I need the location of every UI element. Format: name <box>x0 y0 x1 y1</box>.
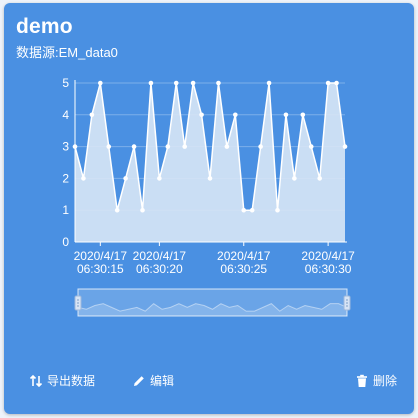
y-tick-label: 4 <box>62 108 69 122</box>
data-point <box>98 80 103 86</box>
data-point <box>190 80 196 86</box>
data-point <box>233 112 238 118</box>
data-point <box>131 144 137 149</box>
data-point <box>148 80 154 86</box>
x-tick-date: 2020/4/17 <box>133 249 187 263</box>
data-point <box>241 207 247 213</box>
pencil-icon <box>134 375 144 386</box>
x-tick-time: 06:30:25 <box>220 262 267 276</box>
edit-button[interactable]: 编辑 <box>132 372 174 389</box>
y-tick-label: 3 <box>62 140 69 154</box>
data-point <box>266 80 272 86</box>
data-point <box>292 176 297 181</box>
card-actions: 导出数据 编辑 删除 <box>4 372 414 392</box>
data-point <box>123 176 128 181</box>
data-point <box>342 144 348 149</box>
data-point <box>249 207 255 213</box>
x-tick-date: 2020/4/17 <box>217 249 271 263</box>
y-tick-label: 0 <box>62 235 69 249</box>
data-point <box>157 176 162 181</box>
data-point <box>106 144 112 149</box>
y-tick-label: 1 <box>62 203 69 217</box>
x-tick-time: 06:30:15 <box>77 262 124 276</box>
data-point <box>216 80 221 86</box>
edit-label: 编辑 <box>150 374 175 388</box>
x-tick-time: 06:30:30 <box>305 262 352 276</box>
x-tick-date: 2020/4/17 <box>74 249 128 263</box>
export-data-label: 导出数据 <box>47 374 96 388</box>
data-point <box>308 144 314 149</box>
data-point <box>165 144 171 149</box>
data-point <box>114 207 120 213</box>
delete-label: 删除 <box>373 374 398 388</box>
data-point <box>173 80 179 86</box>
data-point <box>224 144 230 149</box>
data-point <box>199 112 204 118</box>
data-point <box>300 112 306 118</box>
data-point <box>283 112 289 118</box>
data-point <box>258 144 263 149</box>
data-zoom-slider[interactable] <box>74 288 351 317</box>
data-point <box>140 207 145 213</box>
trash-icon <box>357 374 367 387</box>
export-data-button[interactable]: 导出数据 <box>29 372 95 389</box>
sort-arrows-icon <box>29 374 43 387</box>
delete-button[interactable]: 删除 <box>355 372 397 389</box>
x-tick-date: 2020/4/17 <box>301 249 355 263</box>
data-point <box>275 207 280 213</box>
x-tick-time: 06:30:20 <box>136 262 183 276</box>
y-tick-label: 5 <box>62 76 69 90</box>
area-chart: 0123452020/4/1706:30:152020/4/1706:30:20… <box>62 76 355 317</box>
data-point <box>317 176 322 181</box>
data-point <box>182 144 187 149</box>
data-point <box>334 80 339 86</box>
y-tick-label: 2 <box>62 171 69 185</box>
series-area <box>75 83 345 242</box>
data-point <box>325 80 331 86</box>
data-point <box>81 176 86 181</box>
data-point <box>89 112 95 118</box>
data-point <box>207 176 213 181</box>
chart-card: demo 数据源:EM_data0 0 1 2 3 4 5 2020/4/17 06:30:1… <box>4 3 414 414</box>
